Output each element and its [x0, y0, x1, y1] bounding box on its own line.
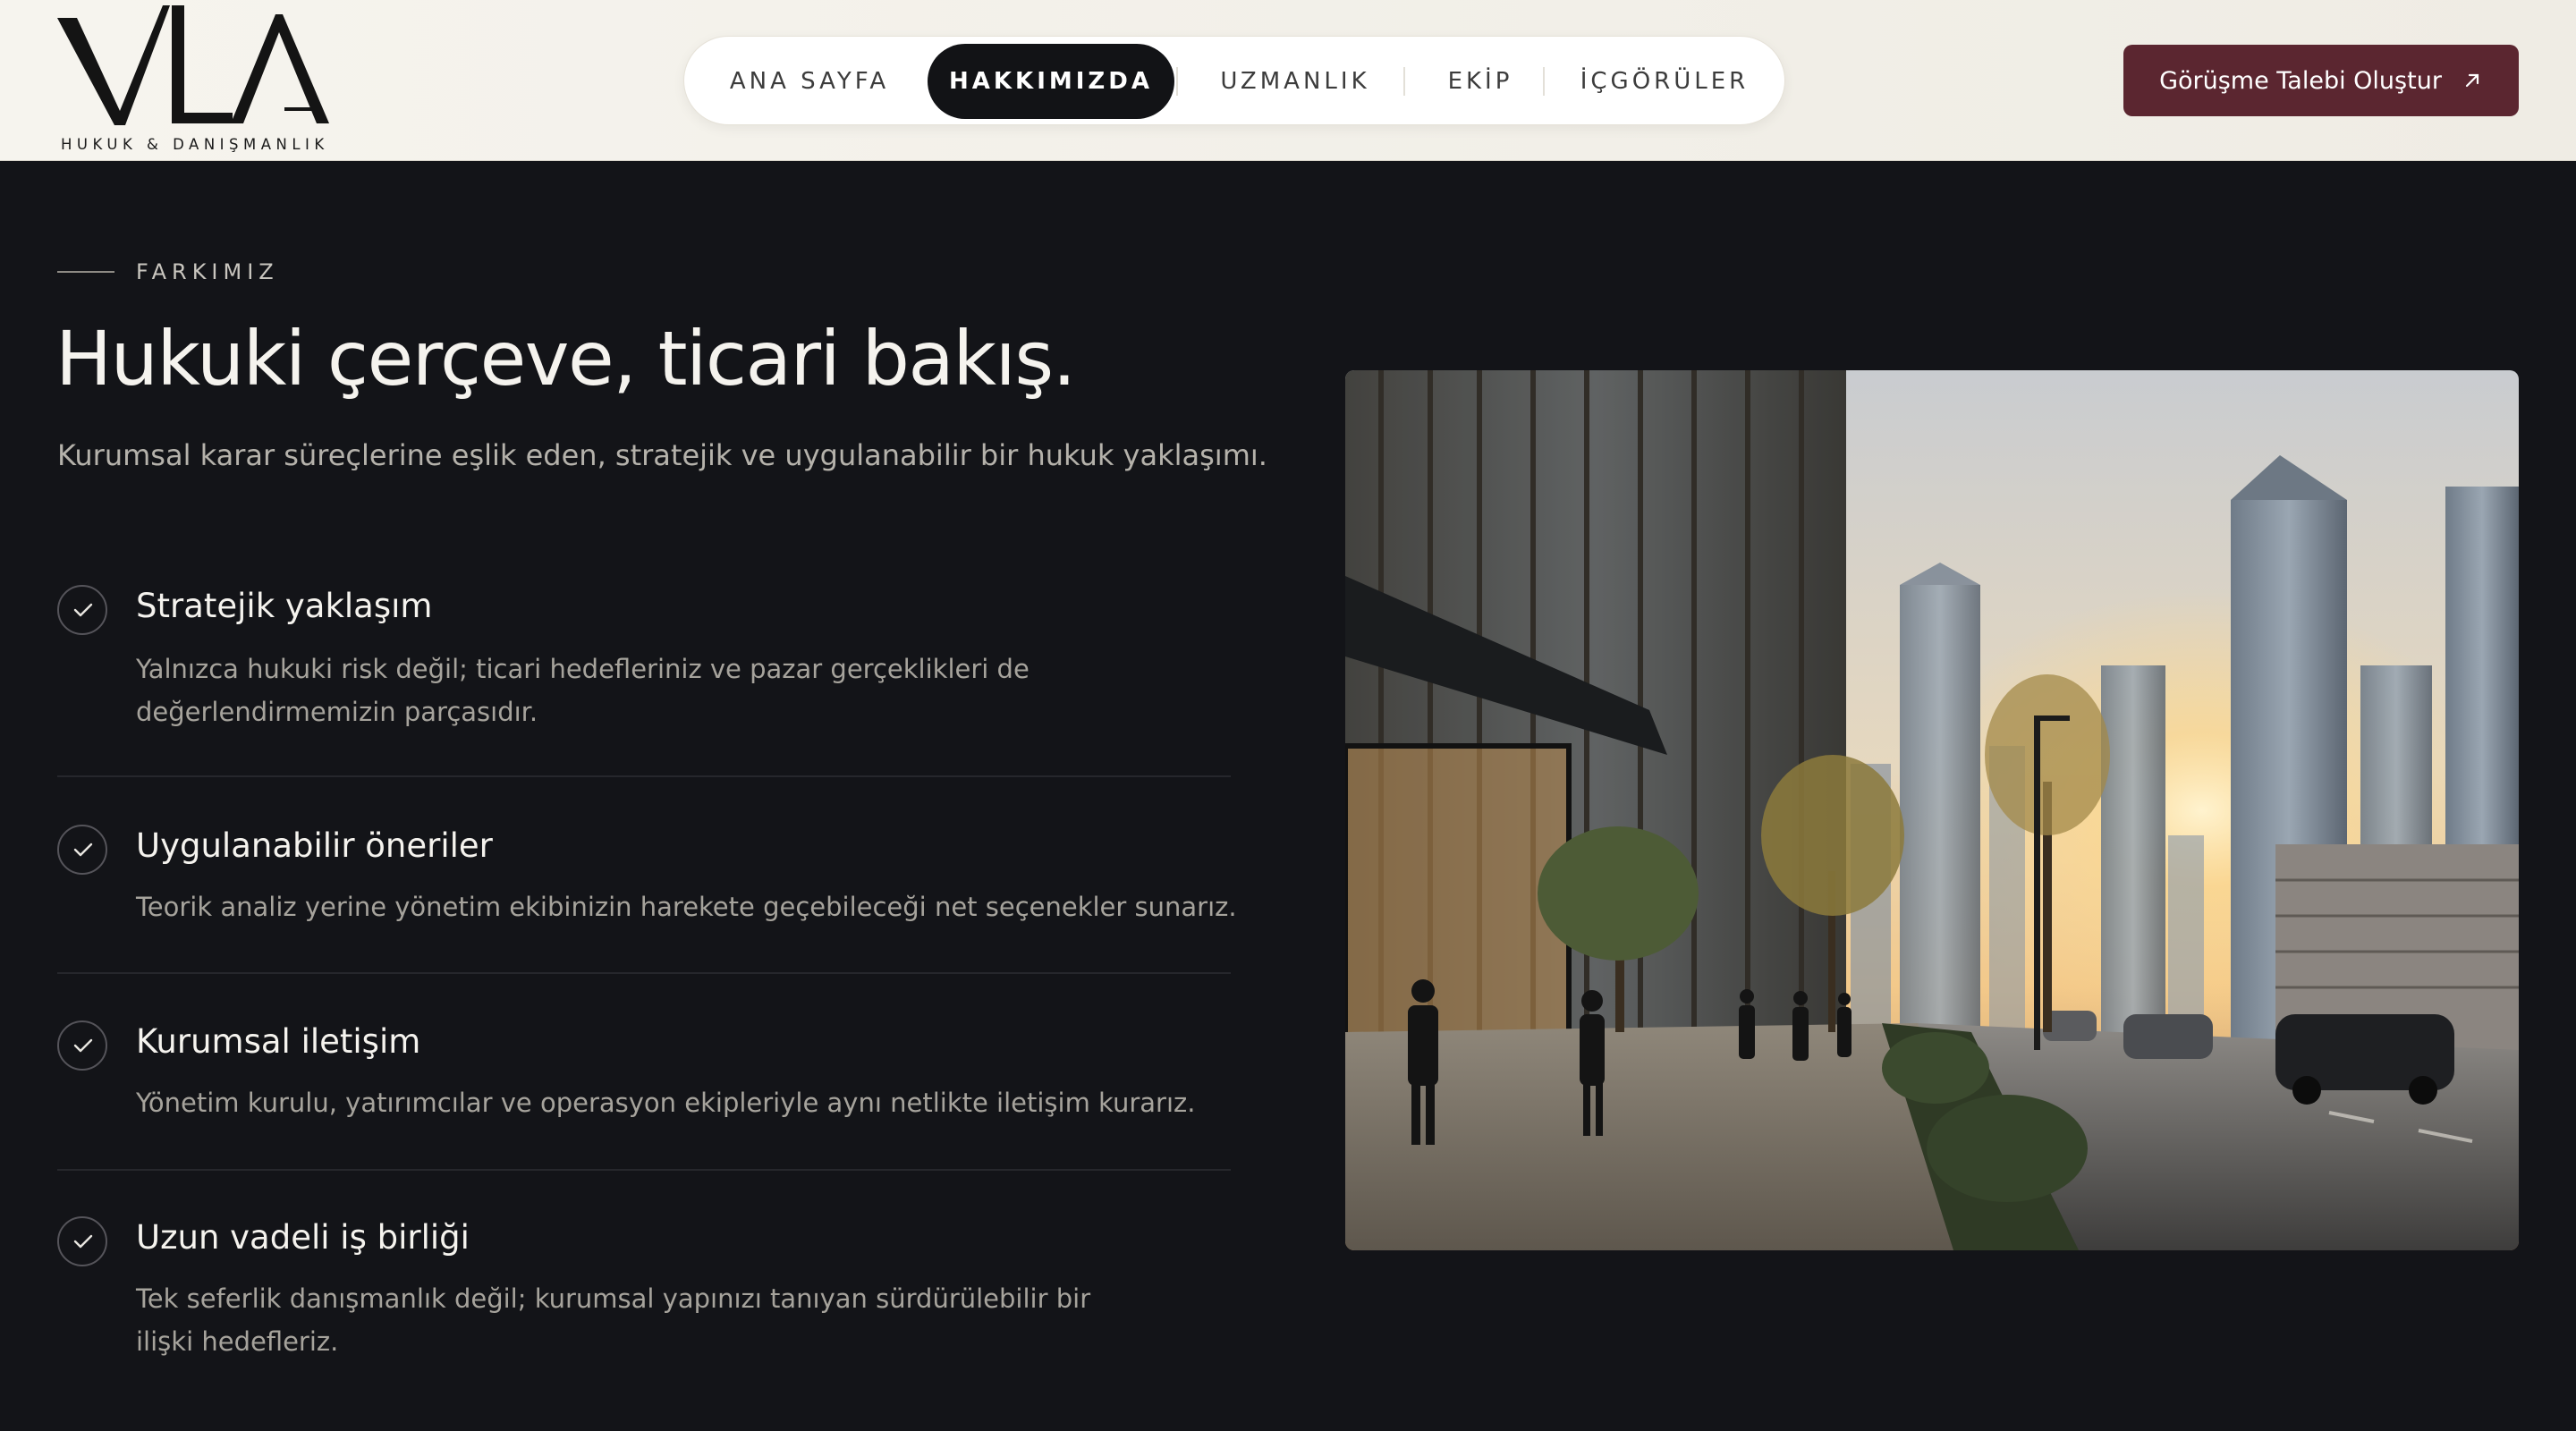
feature-item: Uzun vadeli iş birliği Tek seferlik danı… — [57, 1216, 1231, 1368]
site-header: HUKUK & DANIŞMANLIK ANA SAYFA HAKKIMIZDA… — [0, 0, 2576, 161]
section-title: Hukuki çerçeve, ticari bakış. — [55, 315, 1076, 402]
vla-logo-mark — [57, 5, 329, 125]
check-icon — [57, 825, 107, 875]
feature-title: Uygulanabilir öneriler — [136, 826, 493, 865]
brand-logo[interactable]: HUKUK & DANIŞMANLIK — [57, 2, 352, 156]
feature-divider — [57, 775, 1231, 777]
brand-subtitle: HUKUK & DANIŞMANLIK — [61, 136, 329, 153]
section-eyebrow: FARKIMIZ — [57, 259, 279, 284]
check-icon — [57, 1020, 107, 1071]
nav-item-uzmanlik[interactable]: UZMANLIK — [1192, 44, 1398, 119]
feature-title: Stratejik yaklaşım — [136, 587, 433, 625]
feature-item: Stratejik yaklaşım Yalnızca hukuki risk … — [57, 585, 1231, 737]
feature-desc: Yönetim kurulu, yatırımcılar ve operasyo… — [136, 1088, 1196, 1118]
city-street-illustration — [1345, 370, 2519, 1250]
city-street-photo — [1345, 370, 2519, 1250]
eyebrow-text: FARKIMIZ — [136, 259, 279, 284]
nav-separator — [1543, 67, 1545, 96]
feature-divider — [57, 1169, 1231, 1171]
feature-item: Kurumsal iletişim Yönetim kurulu, yatırı… — [57, 1020, 1231, 1128]
nav-item-ekip[interactable]: EKİP — [1418, 44, 1543, 119]
feature-desc: Yalnızca hukuki risk değil; ticari hedef… — [136, 654, 1030, 727]
feature-item: Uygulanabilir öneriler Teorik analiz yer… — [57, 825, 1237, 932]
check-icon — [57, 1216, 107, 1266]
nav-item-hakkimizda[interactable]: HAKKIMIZDA — [928, 44, 1174, 119]
arrow-up-right-icon — [2462, 70, 2483, 91]
nav-item-icgoruler[interactable]: İÇGÖRÜLER — [1557, 44, 1772, 119]
nav-separator — [1176, 67, 1178, 96]
eyebrow-line — [57, 271, 114, 273]
feature-desc: Teorik analiz yerine yönetim ekibinizin … — [136, 892, 1237, 922]
feature-desc: Tek seferlik danışmanlık değil; kurumsal… — [136, 1283, 1091, 1357]
feature-divider — [57, 972, 1231, 974]
section-subtitle: Kurumsal karar süreçlerine eşlik eden, s… — [57, 438, 1267, 472]
nav-item-ana-sayfa[interactable]: ANA SAYFA — [706, 44, 913, 119]
feature-title: Kurumsal iletişim — [136, 1022, 421, 1061]
nav-separator — [1403, 67, 1405, 96]
meeting-request-label: Görüşme Talebi Oluştur — [2159, 66, 2442, 95]
feature-title: Uzun vadeli iş birliği — [136, 1218, 470, 1257]
main-nav: ANA SAYFA HAKKIMIZDA UZMANLIK EKİP İÇGÖR… — [683, 36, 1785, 125]
check-icon — [57, 585, 107, 635]
meeting-request-button[interactable]: Görüşme Talebi Oluştur — [2123, 45, 2519, 116]
